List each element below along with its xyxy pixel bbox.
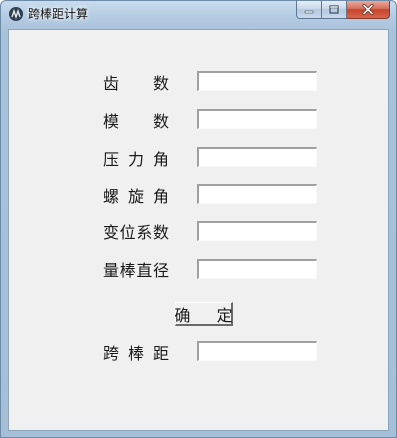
- teeth-count-label: 齿 数: [103, 74, 169, 93]
- pressure-angle-label: 压 力 角: [103, 150, 169, 169]
- span-over-pins-output[interactable]: [197, 341, 317, 361]
- confirm-button[interactable]: 确 定: [174, 302, 233, 326]
- minimize-button[interactable]: [296, 1, 322, 19]
- maximize-icon: [329, 4, 339, 14]
- span-over-pins-label: 跨 棒 距: [103, 344, 169, 363]
- pin-diameter-label: 量 棒 直 径: [103, 261, 169, 280]
- app-icon[interactable]: [8, 6, 24, 22]
- title-bar[interactable]: 跨棒距计算: [1, 1, 396, 27]
- pin-diameter-input[interactable]: [197, 259, 317, 279]
- confirm-button-label: 确 定: [174, 305, 233, 325]
- helix-angle-input[interactable]: [197, 184, 317, 204]
- module-label: 模 数: [103, 112, 169, 131]
- app-window: 跨棒距计算 齿 数 模 数 压 力 角 螺 旋 角 变 位 系 数 量 棒 直 …: [0, 0, 397, 438]
- close-button[interactable]: [347, 1, 390, 19]
- pressure-angle-input[interactable]: [197, 147, 317, 167]
- window-title: 跨棒距计算: [28, 7, 89, 21]
- helix-angle-label: 螺 旋 角: [103, 187, 169, 206]
- form-panel: 齿 数 模 数 压 力 角 螺 旋 角 变 位 系 数 量 棒 直 径 确 定 …: [8, 29, 389, 431]
- shift-coefficient-input[interactable]: [197, 221, 317, 241]
- module-input[interactable]: [197, 109, 317, 129]
- maximize-button[interactable]: [322, 1, 347, 19]
- teeth-count-input[interactable]: [197, 71, 317, 91]
- close-icon: [362, 4, 374, 15]
- shift-coefficient-label: 变 位 系 数: [103, 223, 169, 242]
- minimize-icon: [304, 10, 314, 13]
- caption-buttons: [296, 1, 390, 20]
